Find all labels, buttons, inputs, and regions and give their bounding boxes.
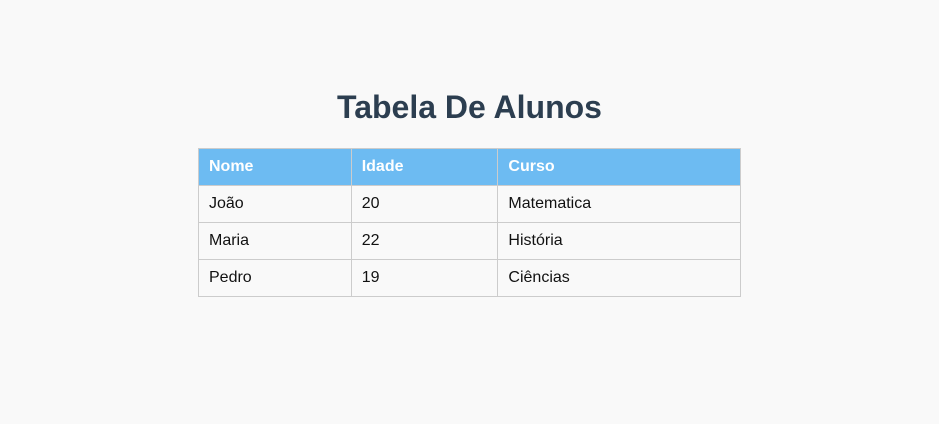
cell-nome: Pedro	[198, 259, 352, 297]
column-header-idade: Idade	[350, 148, 499, 186]
cell-idade: 22	[350, 222, 499, 260]
table-body: João 20 Matematica Maria 22 História Ped…	[198, 185, 741, 297]
table-header: Nome Idade Curso	[198, 148, 741, 186]
column-header-nome: Nome	[198, 148, 352, 186]
cell-curso: Matematica	[497, 185, 741, 223]
table-row: Maria 22 História	[198, 222, 741, 260]
cell-nome: João	[198, 185, 352, 223]
cell-nome: Maria	[198, 222, 352, 260]
table-row: João 20 Matematica	[198, 185, 741, 223]
cell-curso: História	[497, 222, 741, 260]
column-header-curso: Curso	[497, 148, 741, 186]
page-title: Tabela De Alunos	[337, 89, 602, 125]
page: Tabela De Alunos Nome Idade Curso João 2…	[0, 0, 939, 424]
students-table: Nome Idade Curso João 20 Matematica Mari…	[198, 148, 741, 297]
cell-idade: 20	[350, 185, 499, 223]
cell-curso: Ciências	[497, 259, 741, 297]
table-header-row: Nome Idade Curso	[198, 148, 741, 186]
table-row: Pedro 19 Ciências	[198, 259, 741, 297]
cell-idade: 19	[350, 259, 499, 297]
